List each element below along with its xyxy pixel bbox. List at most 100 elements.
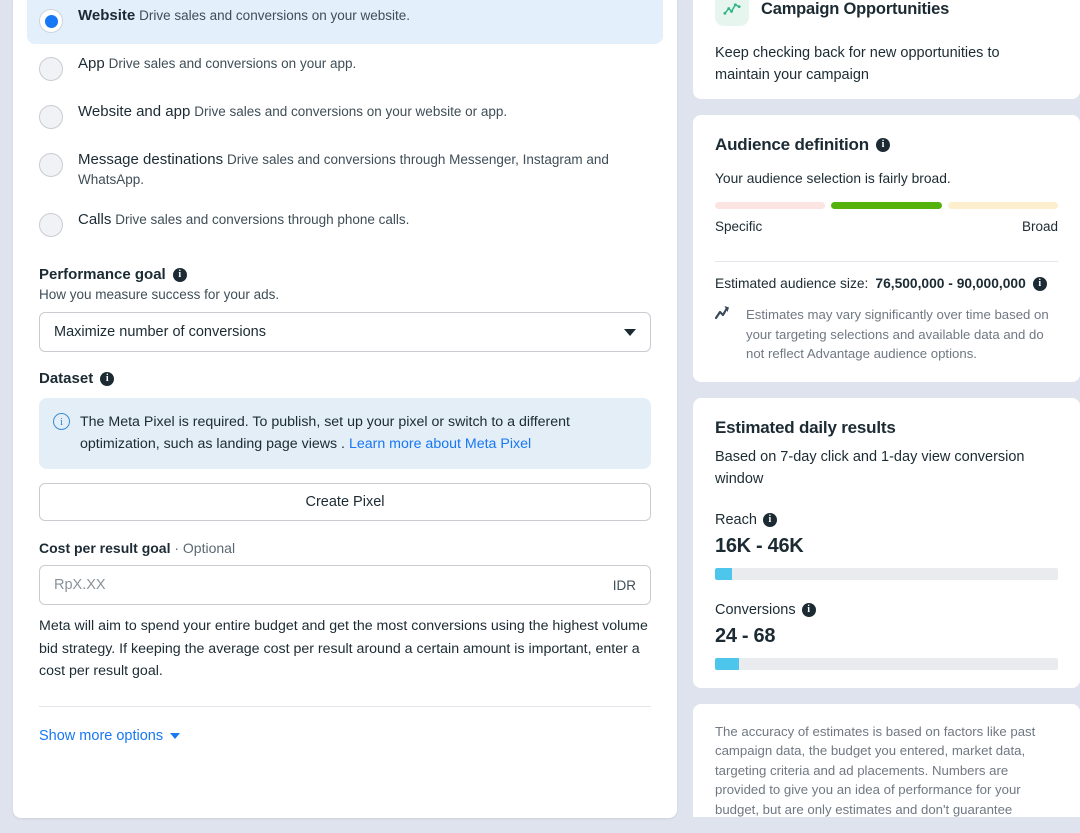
- performance-goal-heading: Performance goal i: [27, 266, 663, 283]
- info-circle-icon: i: [53, 413, 70, 430]
- metric-bar-fill-reach: [715, 567, 733, 580]
- estimate-variability-text: Estimates may vary significantly over ti…: [746, 307, 1049, 361]
- info-icon-audience-size[interactable]: i: [1032, 276, 1047, 291]
- radio-desc-website-and-app: Drive sales and conversions on your webs…: [194, 104, 508, 119]
- radio-title-message-destinations: Message destinations: [78, 151, 224, 168]
- radio-control-app[interactable]: [39, 57, 63, 81]
- dataset-heading: Dataset i: [27, 370, 663, 387]
- info-icon-audience-definition[interactable]: i: [875, 138, 890, 152]
- radio-title-website: Website: [78, 7, 136, 24]
- panel-gap-3: [690, 688, 1080, 704]
- estimates-disclaimer-text: The accuracy of estimates is based on fa…: [715, 723, 1036, 817]
- radio-text-app: App Drive sales and conversions on your …: [78, 54, 356, 74]
- radio-control-website-and-app[interactable]: [39, 105, 63, 129]
- estimated-daily-results-subtitle: Based on 7-day click and 1-day view conv…: [715, 448, 1025, 487]
- show-more-options-link[interactable]: Show more options: [27, 728, 192, 744]
- cost-per-result-input[interactable]: [54, 577, 613, 593]
- estimated-audience-size-label: Estimated audience size:: [715, 276, 869, 291]
- meter-labels: Specific Broad: [715, 219, 1058, 234]
- audience-definition-title: Audience definition: [715, 135, 869, 154]
- performance-goal-select[interactable]: Maximize number of conversions: [39, 312, 651, 352]
- radio-desc-website: Drive sales and conversions on your webs…: [139, 8, 411, 23]
- estimated-audience-size-value: 76,500,000 - 90,000,000: [875, 276, 1026, 291]
- meter-segment-specific: [715, 202, 826, 209]
- panel-gap-1: [690, 99, 1080, 115]
- audience-breadth-meter: [715, 202, 1058, 209]
- currency-suffix: IDR: [612, 577, 636, 593]
- learn-more-meta-pixel-link[interactable]: Learn more about Meta Pixel: [349, 436, 531, 452]
- card-inner: Website Drive sales and conversions on y…: [13, 0, 677, 744]
- campaign-opportunities-body: Keep checking back for new opportunities…: [715, 45, 1000, 83]
- metric-bar-fill-conversions: [715, 657, 739, 670]
- ads-manager-screen: Website Drive sales and conversions on y…: [0, 0, 1080, 833]
- radio-desc-app: Drive sales and conversions on your app.: [108, 56, 357, 71]
- estimates-disclaimer-panel: The accuracy of estimates is based on fa…: [693, 703, 1080, 817]
- campaign-opportunities-title: Campaign Opportunities: [761, 0, 950, 18]
- meter-segment-broad: [947, 202, 1058, 209]
- info-icon-reach[interactable]: i: [762, 512, 777, 527]
- panel-gap-2: [690, 382, 1080, 398]
- radio-option-message-destinations[interactable]: Message destinations Drive sales and con…: [27, 140, 663, 200]
- cost-per-result-helper-text: Meta will aim to spend your entire budge…: [39, 618, 648, 679]
- left-column: Website Drive sales and conversions on y…: [0, 0, 690, 833]
- estimate-variability-note: Estimates may vary significantly over ti…: [714, 305, 1058, 364]
- performance-goal-subtext: How you measure success for your ads.: [39, 287, 280, 302]
- cost-per-result-optional-suffix: · Optional: [170, 540, 236, 556]
- radio-text-website-and-app: Website and app Drive sales and conversi…: [78, 102, 507, 122]
- info-icon-conversions[interactable]: i: [801, 602, 816, 617]
- estimated-daily-results-title-row: Estimated daily results: [715, 418, 1058, 438]
- radio-control-calls[interactable]: [39, 213, 63, 237]
- radio-text-website: Website Drive sales and conversions on y…: [78, 6, 410, 26]
- cost-per-result-label-text: Cost per result goal: [39, 540, 171, 556]
- show-more-options-label: Show more options: [39, 727, 164, 744]
- trend-line-icon: [714, 305, 735, 364]
- radio-option-website[interactable]: Website Drive sales and conversions on y…: [27, 0, 663, 44]
- estimated-audience-size-row: Estimated audience size: 76,500,000 - 90…: [715, 276, 1058, 291]
- metric-label-reach: Reach i: [715, 512, 1058, 528]
- performance-goal-label: Performance goal: [39, 266, 166, 283]
- metric-bar-reach: [715, 567, 1058, 580]
- metric-bar-conversions: [715, 657, 1058, 670]
- meta-pixel-notice: i The Meta Pixel is required. To publish…: [39, 398, 651, 469]
- radio-option-website-and-app[interactable]: Website and app Drive sales and conversi…: [27, 92, 663, 140]
- cost-per-result-input-wrapper[interactable]: IDR: [39, 565, 651, 605]
- radio-title-calls: Calls: [78, 211, 112, 228]
- meta-pixel-notice-text: The Meta Pixel is required. To publish, …: [80, 411, 637, 455]
- meter-segment-balanced: [831, 202, 942, 209]
- chevron-down-icon-show-more: [170, 732, 181, 739]
- audience-definition-title-row: Audience definition i: [715, 135, 1058, 155]
- estimated-daily-results-panel: Estimated daily results Based on 7-day c…: [693, 397, 1080, 688]
- dataset-label: Dataset: [39, 370, 94, 387]
- chevron-down-icon[interactable]: [624, 328, 636, 336]
- info-icon-dataset[interactable]: i: [100, 371, 115, 386]
- radio-option-calls[interactable]: Calls Drive sales and conversions throug…: [27, 200, 663, 248]
- create-pixel-button[interactable]: Create Pixel: [39, 483, 651, 521]
- cost-per-result-label: Cost per result goal · Optional: [27, 540, 663, 556]
- section-divider: [39, 705, 651, 707]
- right-sidebar: Campaign Opportunities Keep checking bac…: [690, 0, 1080, 833]
- radio-text-calls: Calls Drive sales and conversions throug…: [78, 210, 409, 230]
- radio-title-app: App: [78, 55, 105, 72]
- radio-control-website[interactable]: [39, 9, 63, 33]
- radio-desc-calls: Drive sales and conversions through phon…: [115, 212, 410, 227]
- audience-definition-panel: Audience definition i Your audience sele…: [693, 115, 1080, 382]
- radio-control-message-destinations[interactable]: [39, 153, 63, 177]
- campaign-settings-card: Website Drive sales and conversions on y…: [13, 0, 677, 818]
- audience-definition-subtitle: Your audience selection is fairly broad.: [715, 171, 951, 186]
- radio-text-message-destinations: Message destinations Drive sales and con…: [78, 150, 651, 189]
- estimated-daily-results-title: Estimated daily results: [715, 417, 896, 437]
- info-icon-performance-goal[interactable]: i: [172, 267, 187, 282]
- radio-title-website-and-app: Website and app: [78, 103, 191, 120]
- metric-label-reach-text: Reach: [715, 511, 757, 528]
- performance-goal-selected-value: Maximize number of conversions: [54, 324, 266, 340]
- metric-label-conversions-text: Conversions: [715, 601, 796, 618]
- campaign-opportunities-panel: Campaign Opportunities Keep checking bac…: [693, 0, 1080, 99]
- meter-label-specific: Specific: [715, 219, 763, 234]
- conversion-location-radio-group[interactable]: Website Drive sales and conversions on y…: [27, 0, 663, 248]
- line-chart-icon: [715, 0, 749, 26]
- metric-label-conversions: Conversions i: [715, 602, 1058, 618]
- metric-value-reach: 16K - 46K: [715, 534, 804, 557]
- metric-value-conversions: 24 - 68: [715, 624, 776, 647]
- meter-label-broad: Broad: [1021, 219, 1058, 234]
- radio-option-app[interactable]: App Drive sales and conversions on your …: [27, 44, 663, 92]
